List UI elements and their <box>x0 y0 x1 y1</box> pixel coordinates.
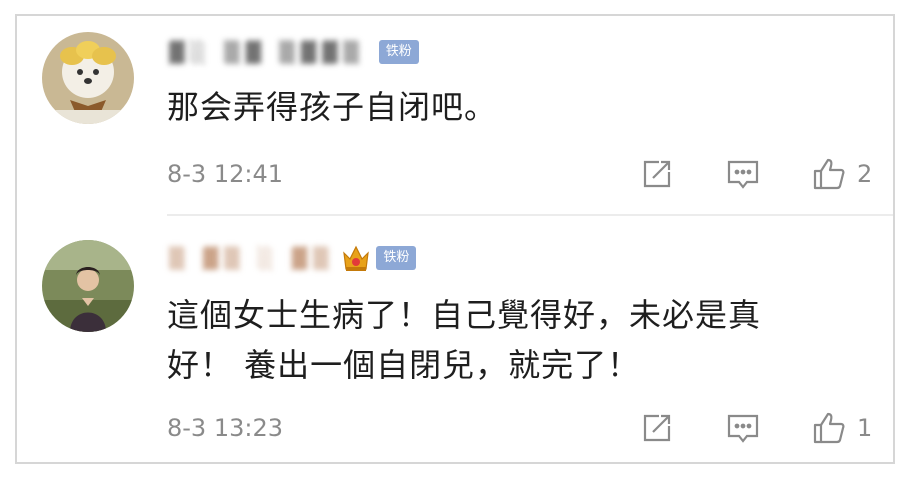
like-icon <box>811 410 847 446</box>
reply-icon[interactable] <box>725 410 761 446</box>
comment-text: 那会弄得孩子自闭吧。 <box>167 88 498 126</box>
comment-text: 這個女士生病了！自己覺得好，未必是真 好！ 養出一個自閉兒，就完了！ <box>167 290 853 390</box>
comment-item: ▓░ ▒▓ ▒▓▓▒ 铁粉 那会弄得孩子自闭吧。 8-3 12:41 2 <box>17 16 893 216</box>
comment-text-line: 這個女士生病了！自己覺得好，未必是真 <box>167 296 762 334</box>
comment-time: 8-3 12:41 <box>167 160 283 188</box>
username-text: ▓░ ▒▓ ▒▓▓▒ <box>169 40 365 64</box>
fan-badge[interactable]: 铁粉 <box>376 246 417 270</box>
like-button[interactable]: 1 <box>811 410 873 446</box>
fan-badge[interactable]: 铁粉 <box>378 40 419 64</box>
comment-text-line: 好！ 養出一個自閉兒，就完了！ <box>167 346 641 384</box>
comment-list: ▓░ ▒▓ ▒▓▓▒ 铁粉 那会弄得孩子自闭吧。 8-3 12:41 2 ▒ ▓… <box>15 14 895 464</box>
comment-actions: 8-3 13:23 1 <box>167 408 873 448</box>
like-icon <box>811 156 847 192</box>
username-text: ▒ ▓▒ ░ ▓▒ <box>169 246 335 270</box>
comment-time: 8-3 13:23 <box>167 414 283 442</box>
crown-icon <box>342 243 370 273</box>
comment-actions: 8-3 12:41 2 <box>167 154 873 194</box>
share-icon[interactable] <box>639 410 675 446</box>
like-count: 2 <box>857 160 873 188</box>
dog-avatar[interactable] <box>42 32 134 124</box>
comment-item: ▒ ▓▒ ░ ▓▒ 铁粉 這個女士生病了！自己覺得好，未必是真 好！ 養出一個自… <box>17 216 893 464</box>
reply-icon[interactable] <box>725 156 761 192</box>
username[interactable]: ▓░ ▒▓ ▒▓▓▒ 铁粉 <box>169 38 419 66</box>
like-count: 1 <box>857 414 873 442</box>
share-icon[interactable] <box>639 156 675 192</box>
username[interactable]: ▒ ▓▒ ░ ▓▒ 铁粉 <box>169 243 417 273</box>
like-button[interactable]: 2 <box>811 156 873 192</box>
woman-avatar[interactable] <box>42 240 134 332</box>
